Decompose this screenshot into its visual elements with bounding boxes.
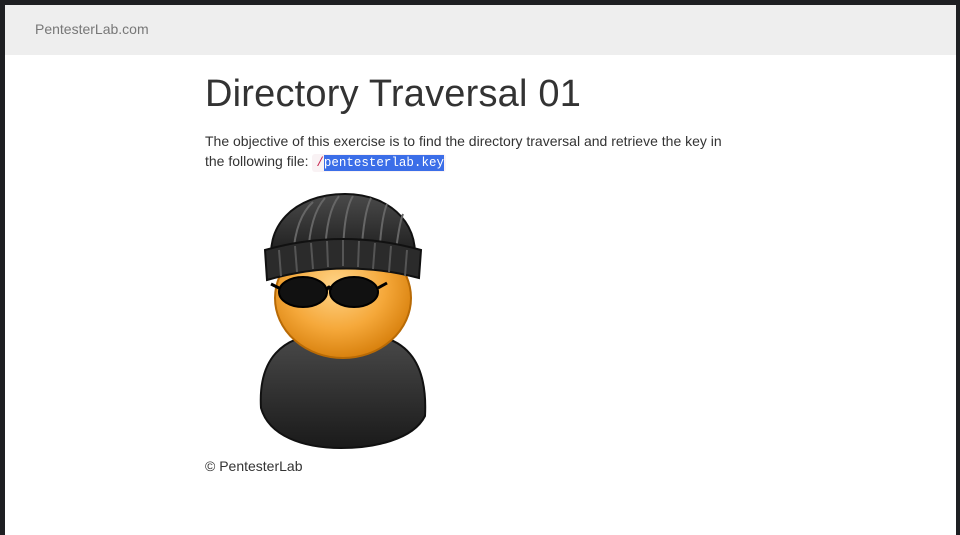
brand-link[interactable]: PentesterLab.com bbox=[35, 21, 149, 37]
footer-copyright: © PentesterLab bbox=[205, 458, 303, 474]
file-path-code[interactable]: /pentesterlab.key bbox=[312, 153, 446, 172]
page-title: Directory Traversal 01 bbox=[205, 73, 582, 115]
description-text: The objective of this exercise is to fin… bbox=[205, 132, 722, 169]
browser-page: PentesterLab.com Directory Traversal 01 … bbox=[5, 5, 956, 535]
hacker-avatar-icon bbox=[259, 192, 427, 450]
exercise-description: The objective of this exercise is to fin… bbox=[205, 131, 745, 173]
file-path-selected: pentesterlab.key bbox=[323, 154, 444, 171]
main-content: Directory Traversal 01 The objective of … bbox=[205, 73, 745, 474]
navbar: PentesterLab.com bbox=[5, 5, 956, 55]
file-path-prefix: / bbox=[316, 155, 324, 170]
